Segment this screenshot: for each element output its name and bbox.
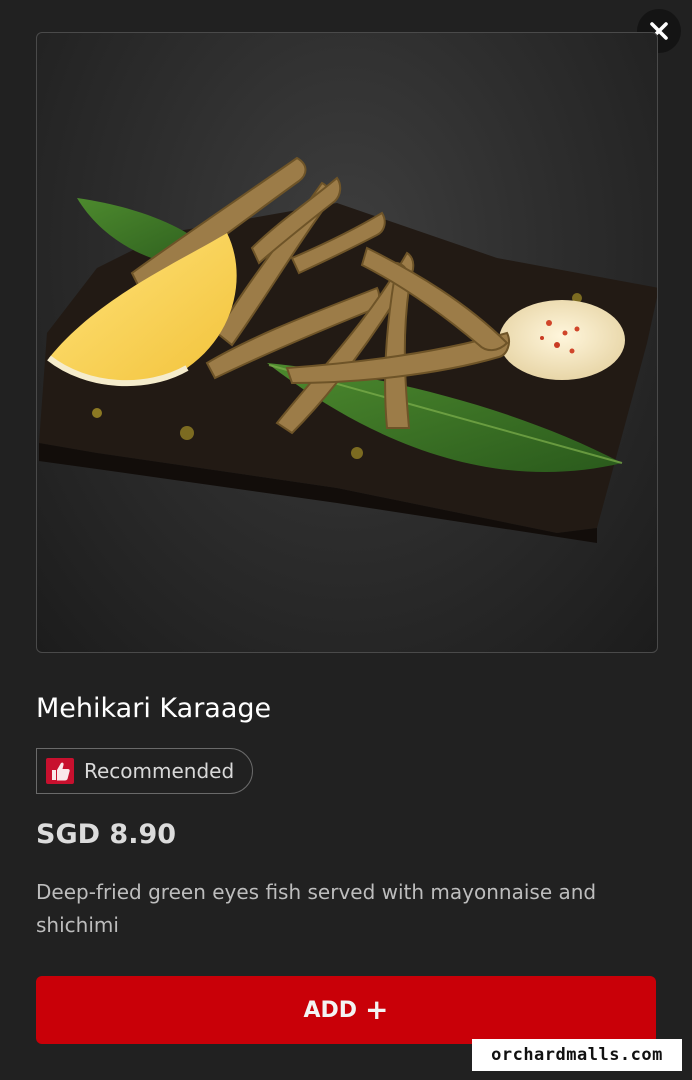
dish-description: Deep-fried green eyes fish served with m… xyxy=(36,880,597,937)
dish-photo xyxy=(36,32,658,653)
badge-label: Recommended xyxy=(84,759,235,783)
dish-title: Mehikari Karaage xyxy=(36,693,272,724)
recommended-badge: Recommended xyxy=(36,748,254,794)
plus-icon: + xyxy=(365,993,389,1026)
watermark: orchardmalls.com xyxy=(472,1039,682,1071)
add-button-label: ADD xyxy=(303,997,358,1023)
price: SGD 8.90 xyxy=(36,819,177,850)
thumbs-up-icon xyxy=(46,758,74,784)
add-to-cart-button[interactable]: ADD + xyxy=(36,976,656,1044)
